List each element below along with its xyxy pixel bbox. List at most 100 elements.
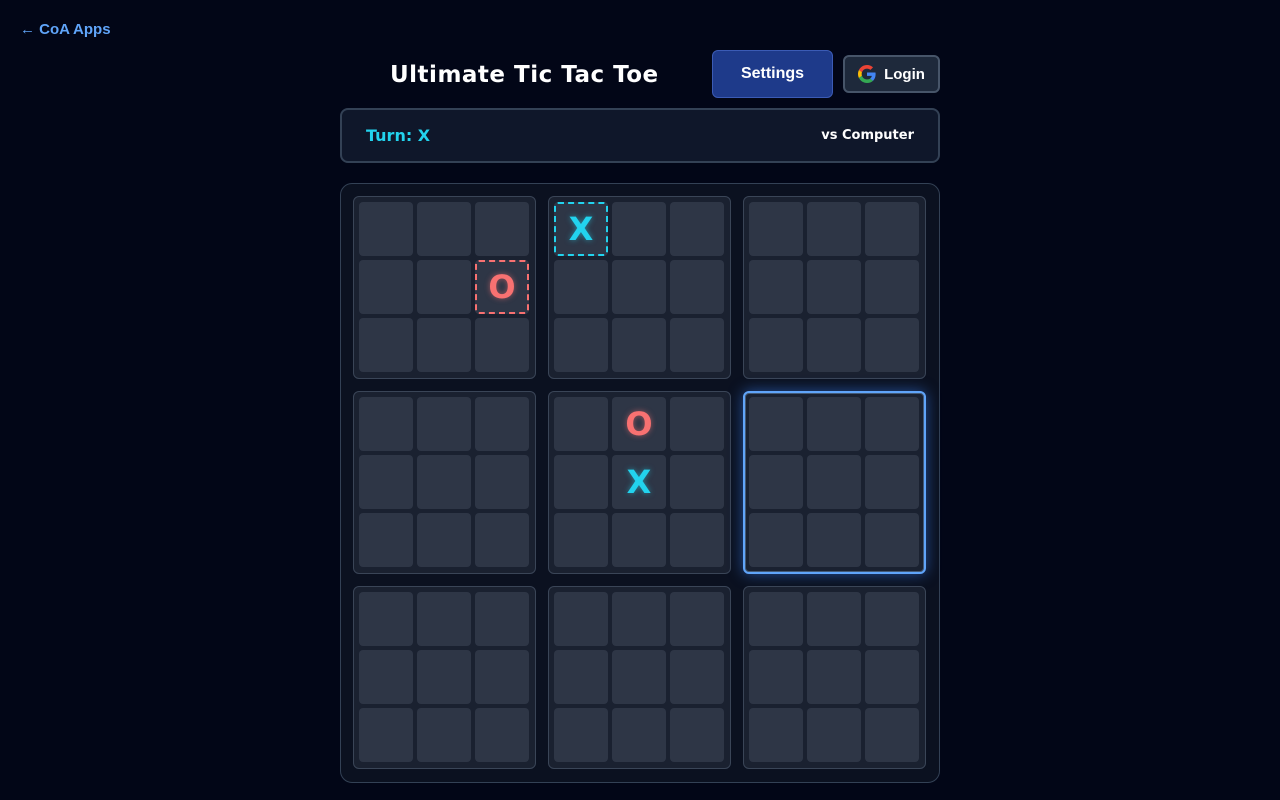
cell-2-4[interactable] (554, 260, 608, 314)
cell-2-6[interactable] (670, 260, 724, 314)
cell-2-1[interactable]: X (554, 202, 608, 256)
google-login-button[interactable]: Login (843, 55, 940, 93)
sub-board-9 (743, 586, 926, 769)
cell-6-4[interactable] (749, 455, 803, 509)
cell-5-8[interactable] (612, 513, 666, 567)
sub-board-5: OX (548, 391, 731, 574)
status-bar: Turn: X vs Computer (340, 108, 940, 163)
cell-4-2[interactable] (417, 397, 471, 451)
cell-3-9[interactable] (865, 318, 919, 372)
cell-7-7[interactable] (359, 708, 413, 762)
login-label: Login (884, 65, 925, 83)
cell-1-8[interactable] (417, 318, 471, 372)
cell-6-8[interactable] (807, 513, 861, 567)
cell-5-6[interactable] (670, 455, 724, 509)
cell-4-8[interactable] (417, 513, 471, 567)
page-title: Ultimate Tic Tac Toe (390, 62, 659, 88)
cell-9-1[interactable] (749, 592, 803, 646)
cell-2-3[interactable] (670, 202, 724, 256)
cell-6-9[interactable] (865, 513, 919, 567)
turn-indicator: Turn: X (366, 126, 431, 145)
cell-1-4[interactable] (359, 260, 413, 314)
cell-7-1[interactable] (359, 592, 413, 646)
cell-9-8[interactable] (807, 708, 861, 762)
cell-6-5[interactable] (807, 455, 861, 509)
cell-7-2[interactable] (417, 592, 471, 646)
cell-9-9[interactable] (865, 708, 919, 762)
opponent-mode-label: vs Computer (821, 128, 914, 143)
google-icon (858, 65, 876, 83)
cell-2-7[interactable] (554, 318, 608, 372)
cell-6-3[interactable] (865, 397, 919, 451)
cell-2-8[interactable] (612, 318, 666, 372)
cell-1-7[interactable] (359, 318, 413, 372)
cell-8-1[interactable] (554, 592, 608, 646)
settings-button[interactable]: Settings (712, 50, 833, 98)
cell-3-7[interactable] (749, 318, 803, 372)
cell-3-2[interactable] (807, 202, 861, 256)
sub-board-3 (743, 196, 926, 379)
page: ← CoA Apps Ultimate Tic Tac Toe Settings… (0, 0, 1280, 800)
cell-3-5[interactable] (807, 260, 861, 314)
cell-4-1[interactable] (359, 397, 413, 451)
cell-3-1[interactable] (749, 202, 803, 256)
sub-board-7 (353, 586, 536, 769)
cell-7-4[interactable] (359, 650, 413, 704)
cell-2-5[interactable] (612, 260, 666, 314)
cell-4-6[interactable] (475, 455, 529, 509)
cell-8-9[interactable] (670, 708, 724, 762)
sub-board-6-active (743, 391, 926, 574)
sub-board-1: O (353, 196, 536, 379)
cell-2-2[interactable] (612, 202, 666, 256)
cell-3-3[interactable] (865, 202, 919, 256)
cell-9-3[interactable] (865, 592, 919, 646)
cell-1-1[interactable] (359, 202, 413, 256)
cell-7-9[interactable] (475, 708, 529, 762)
cell-6-2[interactable] (807, 397, 861, 451)
sub-board-2: X (548, 196, 731, 379)
cell-8-5[interactable] (612, 650, 666, 704)
cell-2-9[interactable] (670, 318, 724, 372)
cell-5-4[interactable] (554, 455, 608, 509)
cell-9-2[interactable] (807, 592, 861, 646)
cell-6-6[interactable] (865, 455, 919, 509)
cell-1-3[interactable] (475, 202, 529, 256)
header: Ultimate Tic Tac Toe Settings Login (340, 50, 940, 98)
cell-3-4[interactable] (749, 260, 803, 314)
cell-4-3[interactable] (475, 397, 529, 451)
cell-9-6[interactable] (865, 650, 919, 704)
cell-7-8[interactable] (417, 708, 471, 762)
cell-4-4[interactable] (359, 455, 413, 509)
cell-9-4[interactable] (749, 650, 803, 704)
cell-4-5[interactable] (417, 455, 471, 509)
cell-8-8[interactable] (612, 708, 666, 762)
cell-8-3[interactable] (670, 592, 724, 646)
cell-3-8[interactable] (807, 318, 861, 372)
cell-7-3[interactable] (475, 592, 529, 646)
cell-4-7[interactable] (359, 513, 413, 567)
cell-1-6[interactable]: O (475, 260, 529, 314)
cell-5-3[interactable] (670, 397, 724, 451)
cell-3-6[interactable] (865, 260, 919, 314)
cell-9-5[interactable] (807, 650, 861, 704)
cell-4-9[interactable] (475, 513, 529, 567)
cell-5-2[interactable]: O (612, 397, 666, 451)
cell-7-5[interactable] (417, 650, 471, 704)
cell-1-2[interactable] (417, 202, 471, 256)
cell-6-7[interactable] (749, 513, 803, 567)
cell-5-9[interactable] (670, 513, 724, 567)
cell-7-6[interactable] (475, 650, 529, 704)
cell-8-2[interactable] (612, 592, 666, 646)
cell-8-6[interactable] (670, 650, 724, 704)
cell-6-1[interactable] (749, 397, 803, 451)
cell-1-5[interactable] (417, 260, 471, 314)
cell-5-1[interactable] (554, 397, 608, 451)
cell-5-7[interactable] (554, 513, 608, 567)
back-to-apps-link[interactable]: ← CoA Apps (20, 21, 111, 38)
cell-5-5[interactable]: X (612, 455, 666, 509)
cell-8-7[interactable] (554, 708, 608, 762)
sub-board-4 (353, 391, 536, 574)
cell-8-4[interactable] (554, 650, 608, 704)
cell-9-7[interactable] (749, 708, 803, 762)
cell-1-9[interactable] (475, 318, 529, 372)
